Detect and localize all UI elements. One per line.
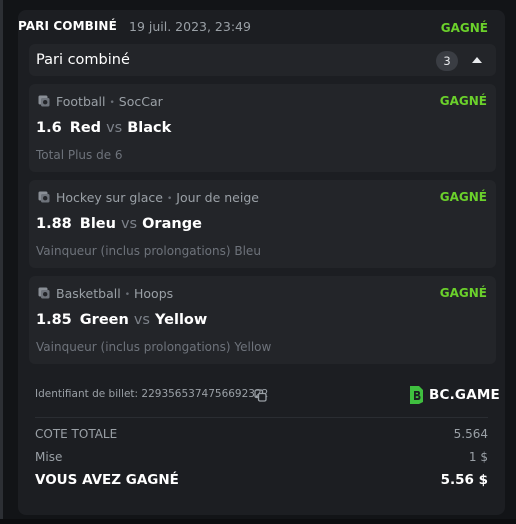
- separator-dot: •: [166, 194, 173, 204]
- leg-odds: 1.85: [36, 312, 72, 328]
- leg-market: Vainqueur (inclus prolongations) Yellow: [36, 340, 272, 354]
- leg-matchup: 1.6 Red vs Black: [36, 120, 171, 136]
- vs-label: vs: [133, 312, 150, 328]
- window-bottom-edge: [0, 519, 516, 524]
- leg-status-badge: GAGNÉ: [439, 286, 487, 300]
- bet-type-title: PARI COMBINÉ: [18, 19, 117, 33]
- brand-name: BC.GAME: [429, 387, 500, 403]
- total-odds-label: COTE TOTALE: [35, 427, 118, 441]
- winnings-label: VOUS AVEZ GAGNÉ: [35, 472, 179, 488]
- vs-label: vs: [120, 216, 138, 232]
- sport-puck-icon: [38, 191, 50, 203]
- leg-market: Vainqueur (inclus prolongations) Bleu: [36, 244, 261, 258]
- combo-toggle-row[interactable]: Pari combiné 3: [29, 44, 496, 76]
- leg-status-badge: GAGNÉ: [439, 190, 487, 204]
- team-home: Green: [79, 312, 129, 328]
- bet-leg: Hockey sur glace • Jour de neige GAGNÉ 1.8…: [29, 180, 496, 268]
- winnings-value: 5.56 $: [440, 472, 488, 488]
- stake-value: 1 $: [468, 450, 488, 464]
- league-name: Hoops: [134, 286, 174, 301]
- team-home: Bleu: [79, 216, 116, 232]
- league-name: SocCar: [118, 94, 163, 109]
- sport-name: Basketball: [56, 286, 121, 301]
- separator-dot: •: [124, 290, 130, 300]
- sport-name: Hockey sur glace: [56, 190, 163, 205]
- leg-matchup: 1.88 Bleu vs Orange: [36, 216, 202, 232]
- selection-count-badge: 3: [436, 51, 458, 71]
- bet-date: 19 juil. 2023, 23:49: [129, 19, 251, 34]
- combo-title: Pari combiné: [36, 52, 130, 68]
- stake-label: Mise: [35, 450, 63, 464]
- leg-odds: 1.88: [36, 216, 72, 232]
- leg-status-badge: GAGNÉ: [439, 94, 487, 108]
- ticket-id: Identifiant de billet: 22935653747566923…: [35, 388, 269, 400]
- sport-ball-icon: [38, 95, 50, 107]
- bet-header: PARI COMBINÉ 19 juil. 2023, 23:49 GAGNÉ: [18, 10, 488, 44]
- team-away: Orange: [142, 216, 202, 232]
- window-edge: [0, 0, 3, 524]
- sport-name: Football: [56, 94, 106, 109]
- leg-odds: 1.6: [36, 120, 62, 136]
- leg-sport-league: Basketball • Hoops: [56, 286, 173, 301]
- team-away: Yellow: [154, 312, 208, 328]
- caret-up-icon[interactable]: [472, 57, 482, 63]
- team-away: Black: [127, 120, 172, 136]
- copy-icon[interactable]: [254, 389, 267, 402]
- leg-sport-league: Hockey sur glace • Jour de neige: [56, 190, 259, 205]
- team-home: Red: [69, 120, 102, 136]
- vs-label: vs: [106, 120, 123, 136]
- bet-leg: Football • SocCar GAGNÉ 1.6 Red vs Black Tota…: [29, 84, 496, 172]
- leg-sport-league: Football • SocCar: [56, 94, 163, 109]
- leg-market: Total Plus de 6: [36, 148, 123, 162]
- separator-dot: •: [109, 98, 115, 108]
- total-odds-value: 5.564: [453, 427, 488, 441]
- bcgame-logo-icon: [410, 386, 423, 404]
- sport-basketball-icon: [38, 287, 50, 299]
- league-name: Jour de neige: [176, 190, 259, 205]
- summary-divider: [35, 417, 488, 418]
- bet-status-badge: GAGNÉ: [440, 21, 488, 35]
- leg-matchup: 1.85 Green vs Yellow: [36, 312, 207, 328]
- bet-leg: Basketball • Hoops GAGNÉ 1.85 Green vs Yellow…: [29, 276, 496, 364]
